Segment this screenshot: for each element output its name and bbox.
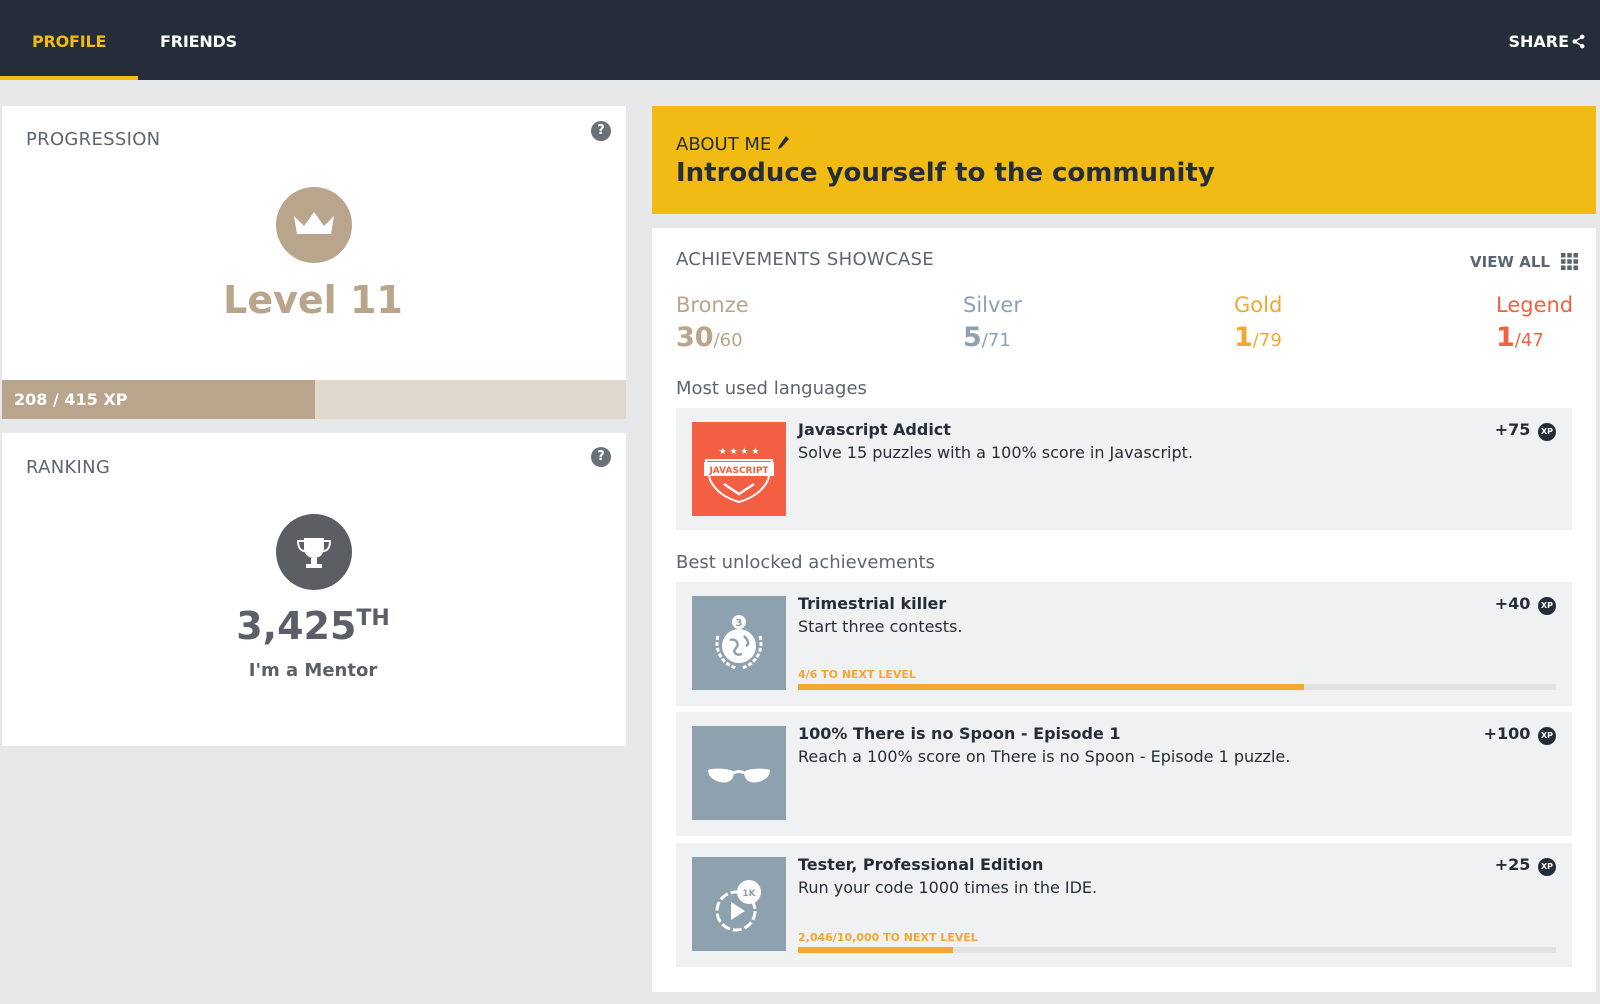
about-me-prompt[interactable]: Introduce yourself to the community [676, 158, 1215, 188]
xp-icon: XP [1538, 597, 1556, 615]
tier-bronze-value: 30 [676, 322, 714, 353]
xp-progress-bar: 208 / 415 XP [2, 380, 626, 419]
javascript-badge-icon: ★ ★ ★ ★ JAVASCRIPT [692, 422, 786, 516]
xp-value: +25 [1494, 855, 1531, 874]
level-badge [276, 187, 352, 263]
achievement-xp: +25 XP [1495, 855, 1556, 876]
tier-silver-count: 5/71 [963, 322, 1011, 353]
achievements-title: ACHIEVEMENTS SHOWCASE [676, 249, 934, 270]
tab-friends[interactable]: FRIENDS [160, 0, 237, 80]
level-progress-fill [798, 947, 954, 953]
pencil-icon[interactable] [777, 135, 790, 150]
achievement-item[interactable]: 100% There is no Spoon - Episode 1 Reach… [676, 712, 1572, 836]
globe-laurel-icon: 3 [692, 596, 786, 690]
xp-value: +75 [1494, 420, 1531, 439]
about-me-label: ABOUT ME [676, 134, 772, 155]
rank-badge [276, 514, 352, 590]
xp-icon: XP [1538, 423, 1556, 441]
rank-value: 3,425TH [0, 604, 626, 648]
view-all-link[interactable]: VIEW ALL [1470, 253, 1579, 271]
level-progress-label: 2,046/10,000 TO NEXT LEVEL [798, 931, 978, 944]
share-icon [1572, 34, 1585, 49]
level-progress-bar [798, 684, 1556, 690]
crown-icon [294, 212, 334, 234]
achievement-name: Trimestrial killer [798, 594, 947, 613]
trophy-icon [296, 538, 332, 568]
tier-legend-label: Legend [1496, 293, 1574, 317]
tier-silver-label: Silver [963, 293, 1022, 317]
svg-text:JAVASCRIPT: JAVASCRIPT [708, 466, 769, 476]
share-button[interactable]: SHARE [1508, 0, 1586, 80]
about-me-card[interactable]: ABOUT ME Introduce yourself to the commu… [652, 106, 1596, 214]
tier-bronze-label: Bronze [676, 293, 749, 317]
achievement-item[interactable]: ★ ★ ★ ★ JAVASCRIPT Javascript Addict Sol… [676, 408, 1572, 530]
svg-text:3: 3 [736, 618, 743, 629]
achievement-desc: Start three contests. [798, 617, 963, 636]
xp-icon: XP [1538, 727, 1556, 745]
achievement-name: Javascript Addict [798, 420, 951, 439]
progression-help-icon[interactable]: ? [591, 121, 611, 141]
ranking-help-icon[interactable]: ? [591, 447, 611, 467]
rank-title: I'm a Mentor [248, 660, 378, 681]
top-nav: PROFILE FRIENDS SHARE [0, 0, 1600, 80]
ranking-title: RANKING [26, 457, 111, 478]
tier-bronze-total: /60 [713, 330, 743, 351]
play-1k-icon: 1K [692, 857, 786, 951]
xp-value: +40 [1494, 594, 1531, 613]
tier-legend-count: 1/47 [1496, 322, 1544, 353]
tier-legend-total: /47 [1514, 330, 1544, 351]
rank-suffix: TH [356, 606, 390, 631]
share-label: SHARE [1508, 32, 1569, 51]
xp-value: +100 [1483, 724, 1531, 743]
grid-icon [1561, 253, 1579, 270]
best-achievements-label: Best unlocked achievements [676, 552, 935, 573]
achievement-name: Tester, Professional Edition [798, 855, 1044, 874]
achievement-item[interactable]: 3 Trimestrial killer Start three contest… [676, 582, 1572, 706]
tier-gold-value: 1 [1234, 322, 1253, 353]
languages-label: Most used languages [676, 378, 867, 399]
achievement-desc: Solve 15 puzzles with a 100% score in Ja… [798, 443, 1194, 462]
tier-gold-total: /79 [1252, 330, 1282, 351]
tier-bronze-count: 30/60 [676, 322, 743, 353]
achievement-name: 100% There is no Spoon - Episode 1 [798, 724, 1121, 743]
xp-label: 208 / 415 XP [14, 390, 128, 409]
play-1k-icon-text: 1K [742, 889, 756, 899]
xp-icon: XP [1538, 858, 1556, 876]
tier-silver-value: 5 [963, 322, 982, 353]
achievement-desc: Run your code 1000 times in the IDE. [798, 878, 1098, 897]
achievement-xp: +40 XP [1495, 594, 1556, 615]
level-progress-fill [798, 684, 1304, 690]
tier-silver-total: /71 [981, 330, 1011, 351]
tier-gold-count: 1/79 [1234, 322, 1282, 353]
rank-number: 3,425 [236, 604, 357, 648]
achievement-desc: Reach a 100% score on There is no Spoon … [798, 747, 1291, 766]
svg-text:★ ★ ★ ★: ★ ★ ★ ★ [719, 447, 760, 457]
about-me-title: ABOUT ME [676, 134, 790, 155]
sunglasses-icon [692, 726, 786, 820]
level-progress-label: 4/6 TO NEXT LEVEL [798, 668, 916, 681]
level-label: Level 11 [223, 278, 403, 322]
achievement-xp: +100 XP [1484, 724, 1556, 745]
achievement-item[interactable]: 1K Tester, Professional Edition Run your… [676, 843, 1572, 967]
progression-title: PROGRESSION [26, 129, 161, 150]
level-progress-bar [798, 947, 1556, 953]
view-all-label: VIEW ALL [1470, 253, 1550, 271]
tier-gold-label: Gold [1234, 293, 1283, 317]
tier-legend-value: 1 [1496, 322, 1515, 353]
tab-profile[interactable]: PROFILE [0, 0, 139, 80]
achievement-xp: +75 XP [1495, 420, 1556, 441]
